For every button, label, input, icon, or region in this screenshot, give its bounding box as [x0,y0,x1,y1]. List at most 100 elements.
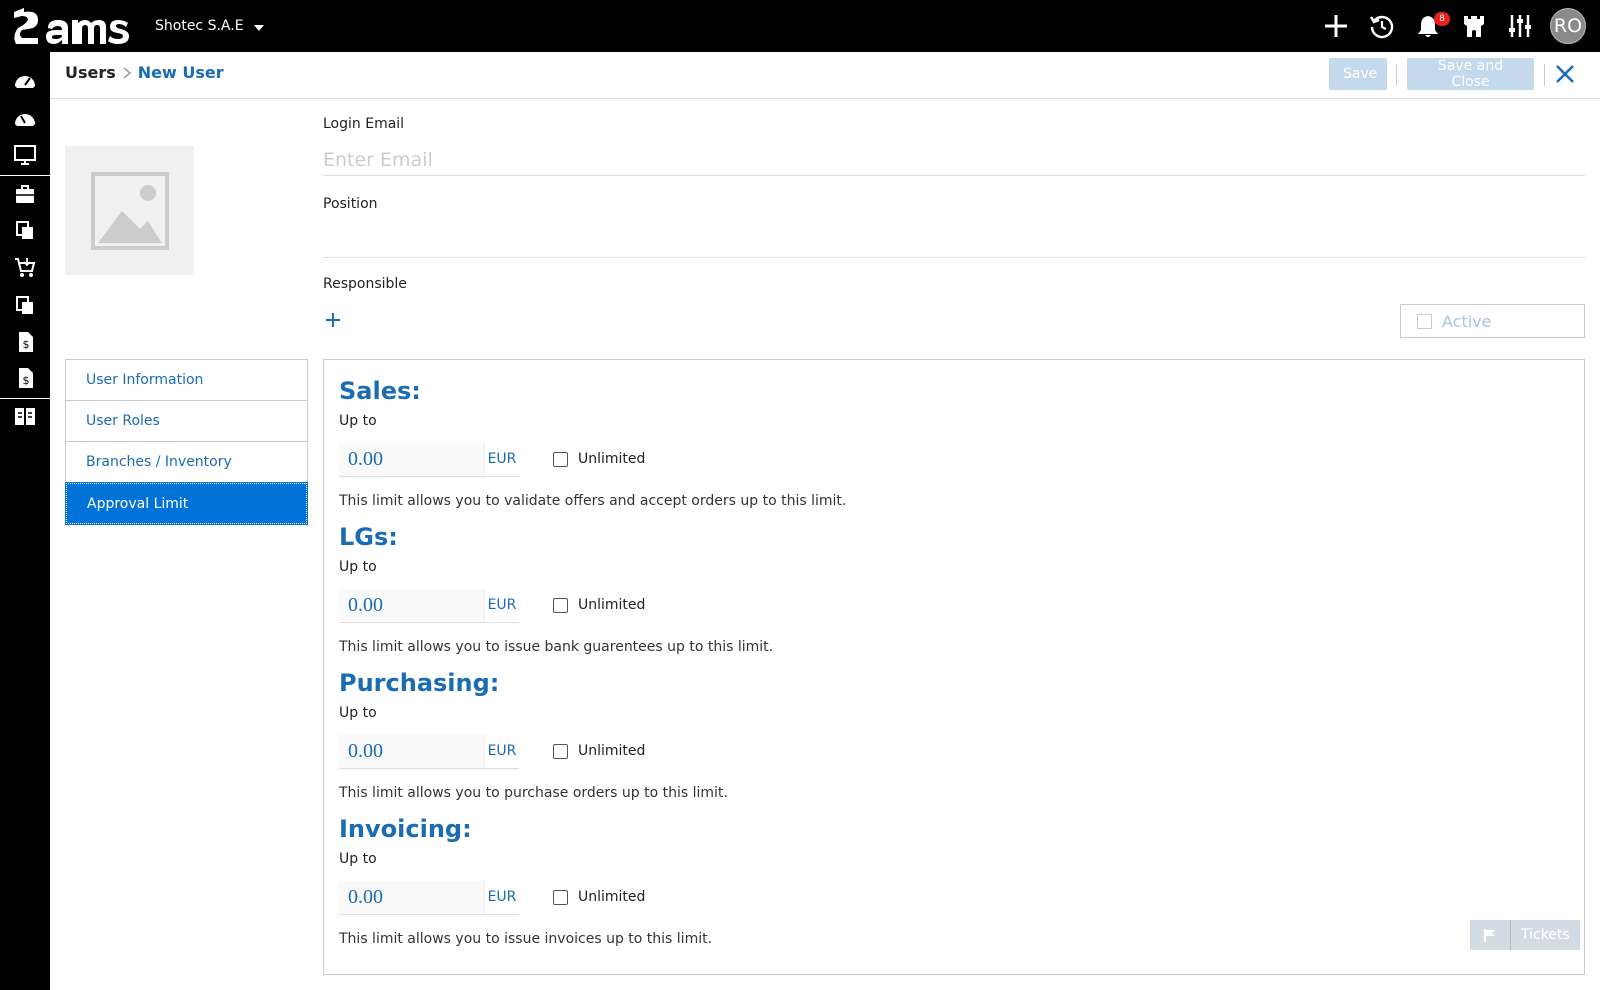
header-divider [1396,64,1397,86]
invoicing-section: Invoicing: Up to EUR Unlimited This limi… [339,815,1239,955]
documents-alt-icon[interactable] [13,293,37,317]
company-selector[interactable]: Shotec S.A.E [155,18,264,34]
currency-label: EUR [484,589,519,623]
breadcrumb-users[interactable]: Users [65,63,116,82]
castle-button[interactable] [1458,10,1490,42]
cart-icon[interactable] [13,255,37,279]
up-to-label: Up to [339,559,377,575]
breadcrumb-new-user: New User [137,63,224,82]
lgs-limit-input[interactable] [339,589,484,623]
amount-field: EUR [339,735,519,769]
currency-label: EUR [484,881,519,915]
tickets-label: Tickets [1521,927,1570,943]
save-button[interactable]: Save [1329,58,1387,90]
position-label: Position [323,196,378,212]
close-icon[interactable] [1553,62,1577,86]
unlimited-checkbox[interactable]: Unlimited [553,451,645,467]
reports-icon[interactable] [13,404,37,428]
tab-branches-inventory[interactable]: Branches / Inventory [66,442,307,483]
tab-user-roles[interactable]: User Roles [66,401,307,442]
tickets-button[interactable]: Tickets [1470,920,1580,950]
chevron-right-icon [123,66,131,79]
castle-icon [1464,16,1484,37]
monitor-icon[interactable] [13,143,37,167]
approval-limit-panel: Sales: Up to EUR Unlimited This limit al… [323,359,1585,975]
sales-section: Sales: Up to EUR Unlimited This limit al… [339,377,1239,517]
app-logo[interactable] [10,6,130,46]
sidebar: $ $ [0,52,50,990]
unlimited-checkbox[interactable]: Unlimited [553,597,645,613]
svg-text:$: $ [23,338,30,351]
purchasing-section: Purchasing: Up to EUR Unlimited This lim… [339,669,1239,809]
section-title: Sales: [339,377,421,405]
svg-text:$: $ [23,374,30,387]
section-description: This limit allows you to issue bank guar… [339,639,774,655]
user-avatar[interactable]: RO [1550,8,1586,44]
currency-label: EUR [484,443,519,477]
sidebar-divider [0,398,50,399]
active-checkbox-box [1417,313,1432,329]
documents-icon[interactable] [13,218,37,242]
section-description: This limit allows you to purchase orders… [339,785,728,801]
notifications-button[interactable]: 8 [1412,10,1450,42]
amount-field: EUR [339,589,519,623]
section-description: This limit allows you to issue invoices … [339,931,713,947]
section-description: This limit allows you to validate offers… [339,493,847,509]
add-responsible-icon[interactable] [323,310,343,330]
chevron-down-icon [253,25,264,31]
history-icon [1369,15,1394,39]
dashboard-icon[interactable] [13,68,37,92]
settings-sliders-button[interactable] [1504,10,1536,42]
invoice-alt-icon[interactable]: $ [13,366,37,390]
unlimited-label: Unlimited [578,743,646,759]
section-title: Invoicing: [339,815,472,843]
section-title: LGs: [339,523,398,551]
header-divider [1544,64,1545,86]
up-to-label: Up to [339,851,377,867]
invoice-icon[interactable]: $ [13,330,37,354]
unlimited-checkbox-box [553,451,568,467]
save-and-close-button[interactable]: Save and Close [1407,58,1534,90]
user-tabs: User Information User Roles Branches / I… [65,359,308,525]
unlimited-label: Unlimited [578,597,646,613]
add-button[interactable] [1320,10,1352,42]
unlimited-checkbox[interactable]: Unlimited [553,889,645,905]
unlimited-checkbox-box [553,743,568,759]
amount-field: EUR [339,881,519,915]
company-name: Shotec S.A.E [155,18,244,34]
lgs-section: LGs: Up to EUR Unlimited This limit allo… [339,523,1239,663]
image-icon [90,171,169,250]
login-email-input[interactable] [323,144,1585,176]
unlimited-checkbox[interactable]: Unlimited [553,743,645,759]
top-bar: Shotec S.A.E 8 RO [0,0,1600,52]
position-input[interactable] [323,226,1585,258]
up-to-label: Up to [339,413,377,429]
sidebar-divider [0,175,50,176]
page-header: Users New User Save Save and Close [50,52,1600,99]
tab-user-information[interactable]: User Information [66,360,307,401]
unlimited-checkbox-box [553,889,568,905]
tab-approval-limit[interactable]: Approval Limit [65,482,308,525]
amount-field: EUR [339,443,519,477]
active-label: Active [1442,311,1492,331]
section-title: Purchasing: [339,669,500,697]
breadcrumb: Users New User [65,63,224,82]
flag-icon [1484,929,1495,942]
up-to-label: Up to [339,705,377,721]
active-checkbox[interactable]: Active [1400,304,1585,338]
history-button[interactable] [1366,10,1398,42]
plus-icon [1325,15,1347,37]
sales-limit-input[interactable] [339,443,484,477]
notification-badge: 8 [1434,12,1450,26]
dashboard-alt-icon[interactable] [13,106,37,130]
unlimited-checkbox-box [553,597,568,613]
unlimited-label: Unlimited [578,889,646,905]
login-email-label: Login Email [323,116,405,132]
purchasing-limit-input[interactable] [339,735,484,769]
briefcase-icon[interactable] [13,182,37,206]
unlimited-label: Unlimited [578,451,646,467]
sliders-icon [1509,15,1531,37]
invoicing-limit-input[interactable] [339,881,484,915]
user-photo-placeholder[interactable] [65,146,194,275]
responsible-label: Responsible [323,276,407,292]
